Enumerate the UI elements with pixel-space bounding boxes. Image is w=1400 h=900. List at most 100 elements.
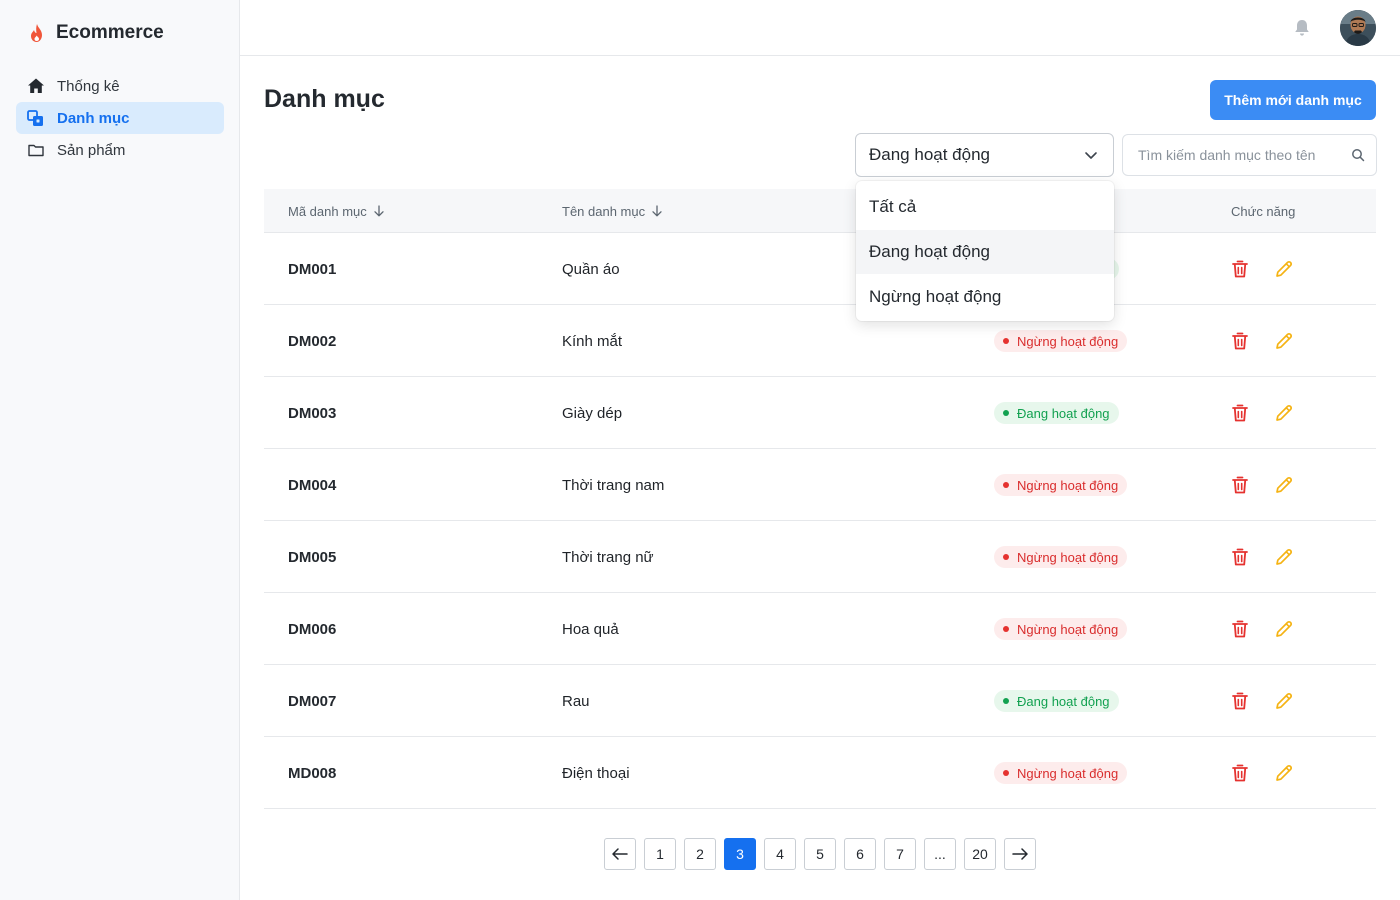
sidebar-item-danh-muc[interactable]: Danh mục: [16, 102, 224, 134]
pencil-icon[interactable]: [1274, 691, 1294, 711]
status-badge: Đang hoạt động: [994, 402, 1119, 424]
status-cell: Ngừng hoạt động: [994, 521, 1128, 593]
add-category-button[interactable]: Thêm mới danh mục: [1210, 80, 1376, 120]
status-cell: Đang hoạt động: [994, 377, 1119, 449]
category-code: DM001: [288, 260, 337, 278]
search-box: [1122, 134, 1377, 176]
page-button[interactable]: 7: [884, 838, 916, 870]
actions-cell: [1230, 665, 1294, 737]
table-body: DM001 Quần áo Đang hoạt động DM002 Kính mắt N…: [264, 233, 1376, 809]
pencil-icon[interactable]: [1274, 475, 1294, 495]
trash-icon[interactable]: [1230, 475, 1250, 495]
header-code[interactable]: Mã danh mục: [288, 189, 385, 233]
app-root: Ecommerce Thống kê Danh mục Sản phẩm Dan…: [0, 0, 1400, 900]
status-label: Ngừng hoạt động: [1017, 765, 1119, 781]
page-button[interactable]: 4: [764, 838, 796, 870]
status-dot: [1003, 338, 1009, 344]
page-ellipsis: ...: [924, 838, 956, 870]
trash-icon[interactable]: [1230, 259, 1250, 279]
table-row: DM006 Hoa quả Ngừng hoạt động: [264, 593, 1376, 665]
category-code: MD008: [288, 764, 337, 782]
actions-cell: [1230, 593, 1294, 665]
status-label: Đang hoạt động: [1017, 405, 1110, 421]
filter-option-inactive[interactable]: Ngừng hoạt động: [856, 275, 1114, 319]
page-button[interactable]: 6: [844, 838, 876, 870]
header-name[interactable]: Tên danh mục: [562, 189, 663, 233]
page-button[interactable]: 5: [804, 838, 836, 870]
pencil-icon[interactable]: [1274, 259, 1294, 279]
trash-icon[interactable]: [1230, 547, 1250, 567]
category-code: DM006: [288, 620, 337, 638]
header-name-label: Tên danh mục: [562, 203, 646, 219]
status-badge: Ngừng hoạt động: [994, 762, 1128, 784]
category-name: Giày dép: [562, 404, 623, 422]
home-icon: [27, 77, 45, 95]
status-dot: [1003, 698, 1009, 704]
next-page-button[interactable]: [1004, 838, 1036, 870]
brand[interactable]: Ecommerce: [28, 22, 164, 44]
status-label: Ngừng hoạt động: [1017, 477, 1119, 493]
actions-cell: [1230, 233, 1294, 305]
arrow-down-icon: [651, 205, 663, 217]
prev-page-button[interactable]: [604, 838, 636, 870]
category-code: DM002: [288, 332, 337, 350]
status-badge: Đang hoạt động: [994, 690, 1119, 712]
trash-icon[interactable]: [1230, 619, 1250, 639]
pencil-icon[interactable]: [1274, 619, 1294, 639]
brand-name: Ecommerce: [56, 22, 164, 43]
actions-cell: [1230, 305, 1294, 377]
actions-cell: [1230, 737, 1294, 809]
table-row: DM007 Rau Đang hoạt động: [264, 665, 1376, 737]
flame-icon: [28, 23, 46, 43]
table-header: Mã danh mục Tên danh mục Chức năng: [264, 189, 1376, 233]
table-row: DM003 Giày dép Đang hoạt động: [264, 377, 1376, 449]
trash-icon[interactable]: [1230, 403, 1250, 423]
filter-option-active[interactable]: Đang hoạt động: [856, 230, 1114, 274]
status-cell: Ngừng hoạt động: [994, 737, 1128, 809]
status-filter-select[interactable]: Đang hoạt động: [855, 133, 1114, 177]
status-badge: Ngừng hoạt động: [994, 546, 1128, 568]
page-button[interactable]: 1: [644, 838, 676, 870]
trash-icon[interactable]: [1230, 691, 1250, 711]
status-dot: [1003, 770, 1009, 776]
table-row: DM005 Thời trang nữ Ngừng hoạt động: [264, 521, 1376, 593]
trash-icon[interactable]: [1230, 331, 1250, 351]
page-title: Danh mục: [264, 85, 385, 113]
header-actions-label: Chức năng: [1231, 203, 1296, 219]
page-button[interactable]: 20: [964, 838, 996, 870]
status-label: Ngừng hoạt động: [1017, 549, 1119, 565]
filter-option-all[interactable]: Tất cả: [856, 185, 1114, 229]
status-dot: [1003, 410, 1009, 416]
status-dot: [1003, 482, 1009, 488]
page-button[interactable]: 2: [684, 838, 716, 870]
chevron-down-icon: [1083, 147, 1099, 163]
arrow-left-icon: [611, 847, 629, 861]
category-name: Quần áo: [562, 260, 620, 278]
page-button[interactable]: 3: [724, 838, 756, 870]
status-filter-value: Đang hoạt động: [869, 145, 990, 164]
pencil-icon[interactable]: [1274, 763, 1294, 783]
table-row: MD008 Điện thoại Ngừng hoạt động: [264, 737, 1376, 809]
category-code: DM004: [288, 476, 337, 494]
sidebar-item-san-pham[interactable]: Sản phẩm: [16, 134, 224, 166]
status-cell: Đang hoạt động: [994, 665, 1119, 737]
status-cell: Ngừng hoạt động: [994, 449, 1128, 521]
header-actions: Chức năng: [1231, 189, 1295, 233]
pencil-icon[interactable]: [1274, 403, 1294, 423]
pencil-icon[interactable]: [1274, 331, 1294, 351]
category-name: Kính mắt: [562, 332, 623, 350]
pencil-icon[interactable]: [1274, 547, 1294, 567]
page-list: 1 2 3 4 5 6 7... 20: [644, 838, 996, 870]
actions-cell: [1230, 449, 1294, 521]
sidebar-item-thong-ke[interactable]: Thống kê: [16, 70, 224, 102]
bell-icon[interactable]: [1292, 18, 1312, 38]
avatar[interactable]: [1340, 10, 1376, 46]
search-input[interactable]: [1123, 135, 1343, 175]
status-cell: Ngừng hoạt động: [994, 593, 1128, 665]
status-label: Đang hoạt động: [1017, 693, 1110, 709]
folder-icon: [27, 141, 45, 159]
table-row: DM004 Thời trang nam Ngừng hoạt động: [264, 449, 1376, 521]
trash-icon[interactable]: [1230, 763, 1250, 783]
category-name: Thời trang nữ: [562, 548, 654, 566]
search-icon[interactable]: [1351, 148, 1365, 162]
